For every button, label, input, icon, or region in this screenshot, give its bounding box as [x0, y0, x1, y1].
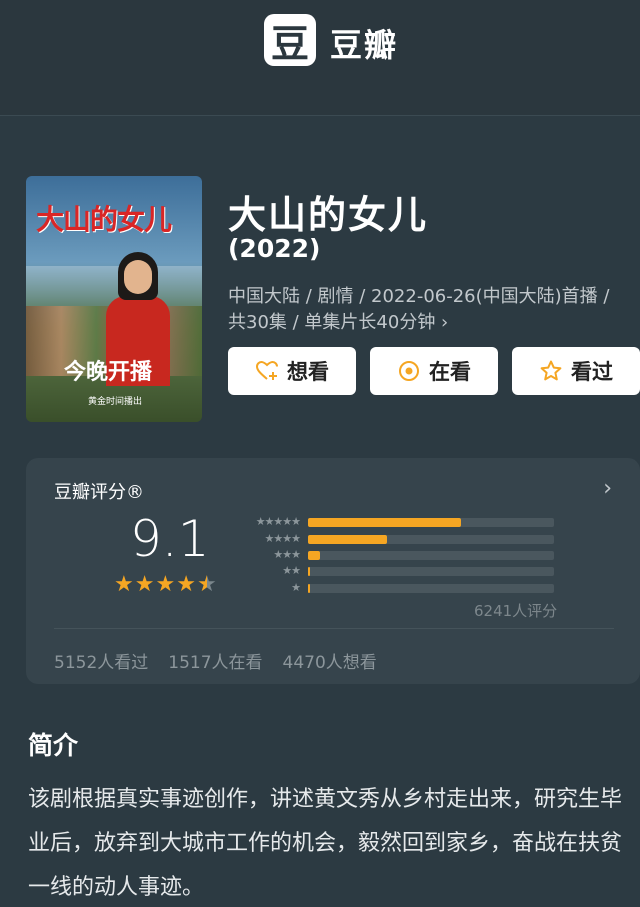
want-to-watch-button[interactable]: 想看 — [228, 347, 356, 395]
rating-stars: ★ ★ ★ ★ ★ — [114, 574, 217, 596]
star-outline-icon — [540, 360, 562, 381]
intro-text: 该剧根据真实事迹创作，讲述黄文秀从乡村走出来，研究生毕业后，放弃到大城市工作的机… — [28, 787, 623, 900]
distribution-row-1: ★ — [236, 581, 554, 594]
stars-label-icon: ★ — [291, 581, 301, 594]
rating-title: 豆瓣评分® — [54, 482, 144, 503]
distribution-track — [308, 535, 554, 544]
distribution-row-5: ★★★★★ — [236, 515, 554, 528]
distribution-row-2: ★★ — [236, 564, 554, 577]
star-icon: ★ — [114, 572, 134, 597]
poster-time: 黄金时间播出 — [88, 397, 143, 407]
top-bar: 豆 豆瓣 — [0, 0, 640, 116]
star-icon: ★ — [155, 572, 176, 597]
heart-plus-icon — [255, 360, 278, 380]
watched-button[interactable]: 看过 — [512, 347, 640, 395]
distribution-track — [308, 567, 554, 576]
movie-meta[interactable]: 中国大陆 / 剧情 / 2022-06-26(中国大陆)首播 / 共30集 / … — [228, 284, 632, 336]
divider — [54, 628, 614, 629]
stars-label-icon: ★★★★ — [264, 532, 301, 545]
meta-line-1: 中国大陆 / 剧情 / 2022-06-26(中国大陆)首播 / — [228, 286, 610, 307]
distribution-track — [308, 584, 554, 593]
brand-name: 豆瓣 — [330, 26, 399, 64]
movie-year: (2022) — [228, 234, 321, 263]
want-to-watch-label: 想看 — [287, 360, 329, 384]
watched-count[interactable]: 5152人看过 — [54, 648, 148, 673]
watching-count[interactable]: 1517人在看 — [168, 648, 262, 673]
distribution-track — [308, 551, 554, 560]
poster-face — [124, 260, 152, 294]
distribution-fill — [308, 518, 461, 527]
watching-label: 在看 — [429, 360, 471, 384]
star-icon: ★ — [134, 572, 155, 597]
intro-heading: 简介 — [28, 731, 79, 760]
watching-button[interactable]: 在看 — [370, 347, 498, 395]
stats-row: 5152人看过 1517人在看 4470人想看 — [54, 648, 377, 673]
meta-line-2: 共30集 / 单集片长40分钟 › — [228, 312, 449, 333]
half-star-icon: ★ — [196, 572, 217, 597]
distribution-fill — [308, 551, 321, 560]
rating-score: 9.1 — [130, 510, 210, 568]
watched-label: 看过 — [571, 360, 613, 384]
distribution-track — [308, 518, 554, 527]
distribution-fill — [308, 584, 311, 593]
distribution-fill — [308, 535, 387, 544]
star-icon: ★ — [176, 572, 196, 597]
poster-tagline: 今晚开播 — [64, 359, 153, 385]
rating-card[interactable]: 豆瓣评分® › 9.1 ★ ★ ★ ★ ★ ★★★★★ ★★★★ ★★★ ★★ … — [26, 458, 640, 684]
stars-label-icon: ★★★★★ — [255, 515, 301, 528]
douban-logo-icon[interactable]: 豆 — [264, 14, 316, 66]
distribution-row-4: ★★★★ — [236, 532, 554, 545]
poster-image[interactable]: 大山的女儿 今晚开播 黄金时间播出 — [26, 176, 202, 422]
poster-title: 大山的女儿 — [36, 203, 172, 236]
chevron-right-icon[interactable]: › — [603, 476, 612, 501]
movie-title: 大山的女儿 — [228, 193, 429, 237]
distribution-fill — [308, 567, 311, 576]
want-count[interactable]: 4470人想看 — [283, 648, 377, 673]
stars-label-icon: ★★★ — [273, 548, 301, 561]
stars-label-icon: ★★ — [282, 564, 301, 577]
distribution-row-3: ★★★ — [236, 548, 554, 561]
rating-count: 6241人评分 — [474, 602, 558, 620]
target-icon — [399, 361, 419, 381]
